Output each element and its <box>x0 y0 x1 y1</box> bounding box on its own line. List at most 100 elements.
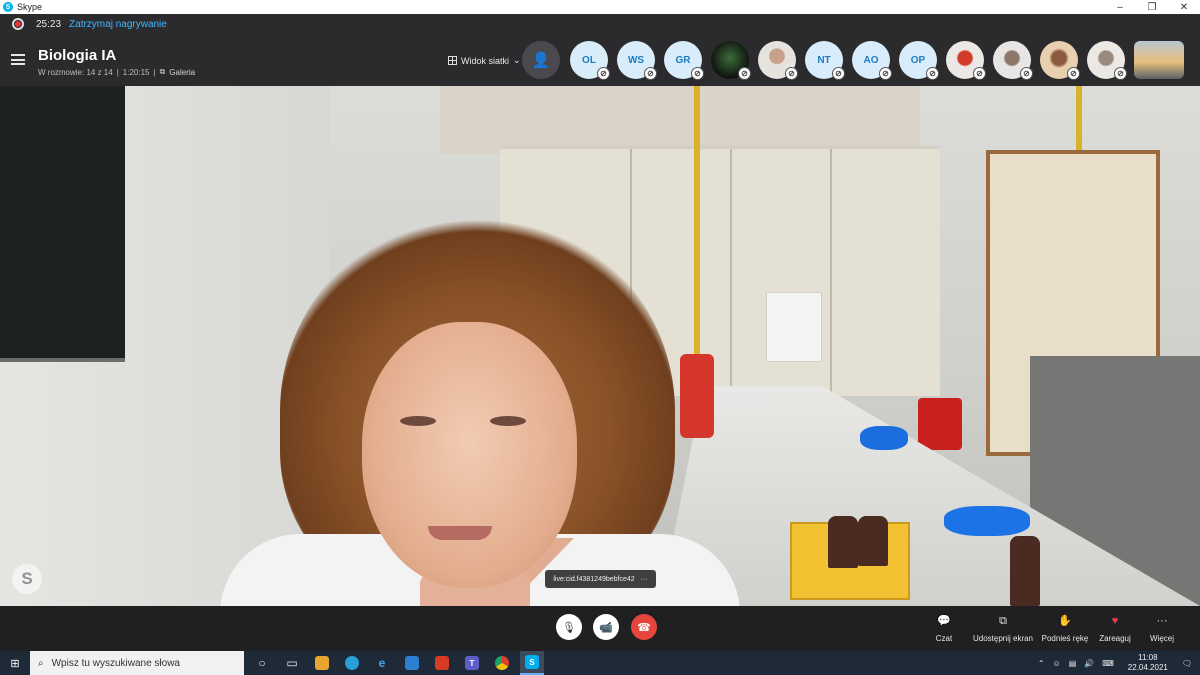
clock-date: 22.04.2021 <box>1127 663 1168 672</box>
video-gloves <box>944 506 1030 536</box>
heart-icon: ♥ <box>1111 615 1119 627</box>
more-button[interactable]: ··· Więcej <box>1146 615 1178 644</box>
chevron-down-icon: ⌄ <box>513 55 521 65</box>
internet-explorer-icon[interactable]: e <box>370 651 394 675</box>
skype-logo-icon: S <box>3 2 13 12</box>
mic-muted-icon: ⊘ <box>644 67 657 80</box>
search-icon: ⌕ <box>38 657 44 669</box>
video-red-bin <box>918 398 962 450</box>
microphone-icon: 🎙 <box>562 621 576 634</box>
mic-muted-icon: ⊘ <box>785 67 798 80</box>
windows-taskbar: ⊞ ⌕ Wpisz tu wyszukiwane słowa ○ ▭ e T S… <box>0 651 1200 675</box>
store-icon[interactable] <box>310 651 334 675</box>
mic-muted-icon: ⊘ <box>832 67 845 80</box>
call-controls-bar: 🎙 📹 ☎ 💬 Czat ⧉ Udostępnij ekran ✋ Podnie… <box>0 606 1200 651</box>
share-screen-icon: ⧉ <box>999 615 1007 627</box>
menu-icon[interactable] <box>11 54 25 65</box>
mic-muted-icon: ⊘ <box>738 67 751 80</box>
main-video-feed: S live:cid.f4381249bebfce42 ··· <box>0 86 1200 606</box>
mic-muted-icon: ⊘ <box>1020 67 1033 80</box>
chrome-icon[interactable] <box>490 651 514 675</box>
end-call-button[interactable]: ☎ <box>631 614 657 640</box>
camera-button[interactable]: 📹 <box>593 614 619 640</box>
video-gas-pipe <box>694 86 700 366</box>
call-duration: 1:20:15 <box>122 67 150 77</box>
teams-icon[interactable]: T <box>460 651 484 675</box>
participant-avatar[interactable]: ⊘ <box>1040 41 1080 80</box>
mic-muted-icon: ⊘ <box>879 67 892 80</box>
chat-icon: 💬 <box>937 615 951 627</box>
participants-strip: OL ⊘ WS ⊘ GR ⊘ ⊘ ⊘ NT ⊘ AO ⊘ OP ⊘ ⊘ ⊘ ⊘ ⊘ <box>570 41 1184 80</box>
video-bottle <box>828 516 858 568</box>
window-controls: – ❐ ✕ <box>1104 0 1200 14</box>
close-button[interactable]: ✕ <box>1168 0 1200 14</box>
share-screen-button[interactable]: ⧉ Udostępnij ekran <box>970 615 1036 644</box>
add-participant-button[interactable]: 👤 <box>522 41 560 79</box>
participant-avatar[interactable]: ⊘ <box>758 41 798 80</box>
microphone-button[interactable]: 🎙 <box>556 614 582 640</box>
mic-muted-icon: ⊘ <box>597 67 610 80</box>
search-placeholder: Wpisz tu wyszukiwane słowa <box>51 657 180 669</box>
participant-avatar[interactable]: ⊘ <box>946 41 986 80</box>
participant-avatar[interactable]: NT ⊘ <box>805 41 845 80</box>
participants-count: W rozmowie: 14 z 14 <box>38 67 113 77</box>
participant-avatar[interactable]: OL ⊘ <box>570 41 610 80</box>
gallery-link[interactable]: Galeria <box>169 68 195 77</box>
speaker-name-tag[interactable]: live:cid.f4381249bebfce42 ··· <box>545 570 656 588</box>
speaker-icon[interactable]: 🔊 <box>1084 659 1094 668</box>
add-person-icon: 👤 <box>531 52 551 69</box>
recording-icon <box>12 18 24 30</box>
people-icon[interactable]: ☺ <box>1053 659 1061 668</box>
participant-avatar[interactable]: ⊘ <box>1087 41 1127 80</box>
raise-hand-icon: ✋ <box>1058 615 1072 627</box>
task-view-icon[interactable]: ▭ <box>280 651 304 675</box>
window-titlebar: S Skype – ❐ ✕ <box>0 0 1200 14</box>
more-icon: ··· <box>1156 615 1168 627</box>
video-person-face <box>362 322 577 588</box>
mic-muted-icon: ⊘ <box>926 67 939 80</box>
cortana-icon[interactable]: ○ <box>250 651 274 675</box>
mail-icon[interactable] <box>400 651 424 675</box>
grid-view-label: Widok siatki <box>461 55 510 66</box>
grid-icon <box>448 56 457 65</box>
participant-avatar[interactable]: AO ⊘ <box>852 41 892 80</box>
taskbar-search-input[interactable]: ⌕ Wpisz tu wyszukiwane słowa <box>30 651 244 675</box>
conversation-meta: W rozmowie: 14 z 14 | 1:20:15 | ⧉ Galeri… <box>38 67 196 77</box>
participant-avatar[interactable]: ⊘ <box>993 41 1033 80</box>
windows-start-icon[interactable]: ⊞ <box>0 651 30 675</box>
participant-avatar[interactable]: GR ⊘ <box>664 41 704 80</box>
speaker-name: live:cid.f4381249bebfce42 <box>553 575 635 583</box>
office-icon[interactable] <box>430 651 454 675</box>
grid-view-selector[interactable]: Widok siatki ⌄ <box>448 55 521 66</box>
chat-button[interactable]: 💬 Czat <box>930 615 958 644</box>
raise-hand-button[interactable]: ✋ Podnieś rękę <box>1040 615 1090 644</box>
mic-muted-icon: ⊘ <box>1067 67 1080 80</box>
participant-avatar[interactable]: WS ⊘ <box>617 41 657 80</box>
stop-recording-link[interactable]: Zatrzymaj nagrywanie <box>69 19 167 30</box>
react-button[interactable]: ♥ Zareaguj <box>1097 615 1133 644</box>
minimize-button[interactable]: – <box>1104 0 1136 14</box>
hangup-icon: ☎ <box>637 621 651 634</box>
gallery-icon[interactable]: ⧉ <box>160 67 166 77</box>
conversation-title[interactable]: Biologia IA <box>38 47 116 64</box>
skype-taskbar-icon[interactable]: S <box>520 651 544 675</box>
keyboard-icon[interactable]: ⌨ <box>1102 659 1114 668</box>
participant-avatar[interactable]: ⊘ <box>711 41 751 80</box>
network-icon[interactable]: ▤ <box>1069 659 1077 668</box>
system-tray: ⌃ ☺ ▤ 🔊 ⌨ 11:08 22.04.2021 🗨 <box>1038 651 1200 675</box>
video-bottle <box>858 516 888 566</box>
video-blackboard <box>0 86 125 362</box>
taskbar-apps: ○ ▭ e T S <box>250 651 544 675</box>
self-video-thumbnail[interactable] <box>1134 41 1184 79</box>
more-options-icon[interactable]: ··· <box>641 576 648 583</box>
video-extinguisher <box>680 354 714 438</box>
notifications-icon[interactable]: 🗨 <box>1182 659 1192 668</box>
chevron-up-icon[interactable]: ⌃ <box>1038 659 1045 668</box>
maximize-button[interactable]: ❐ <box>1136 0 1168 14</box>
edge-icon[interactable] <box>340 651 364 675</box>
taskbar-clock[interactable]: 11:08 22.04.2021 <box>1128 653 1168 673</box>
mic-muted-icon: ⊘ <box>1114 67 1127 80</box>
camera-icon: 📹 <box>599 621 613 634</box>
participant-avatar[interactable]: OP ⊘ <box>899 41 939 80</box>
video-gloves <box>860 426 908 450</box>
